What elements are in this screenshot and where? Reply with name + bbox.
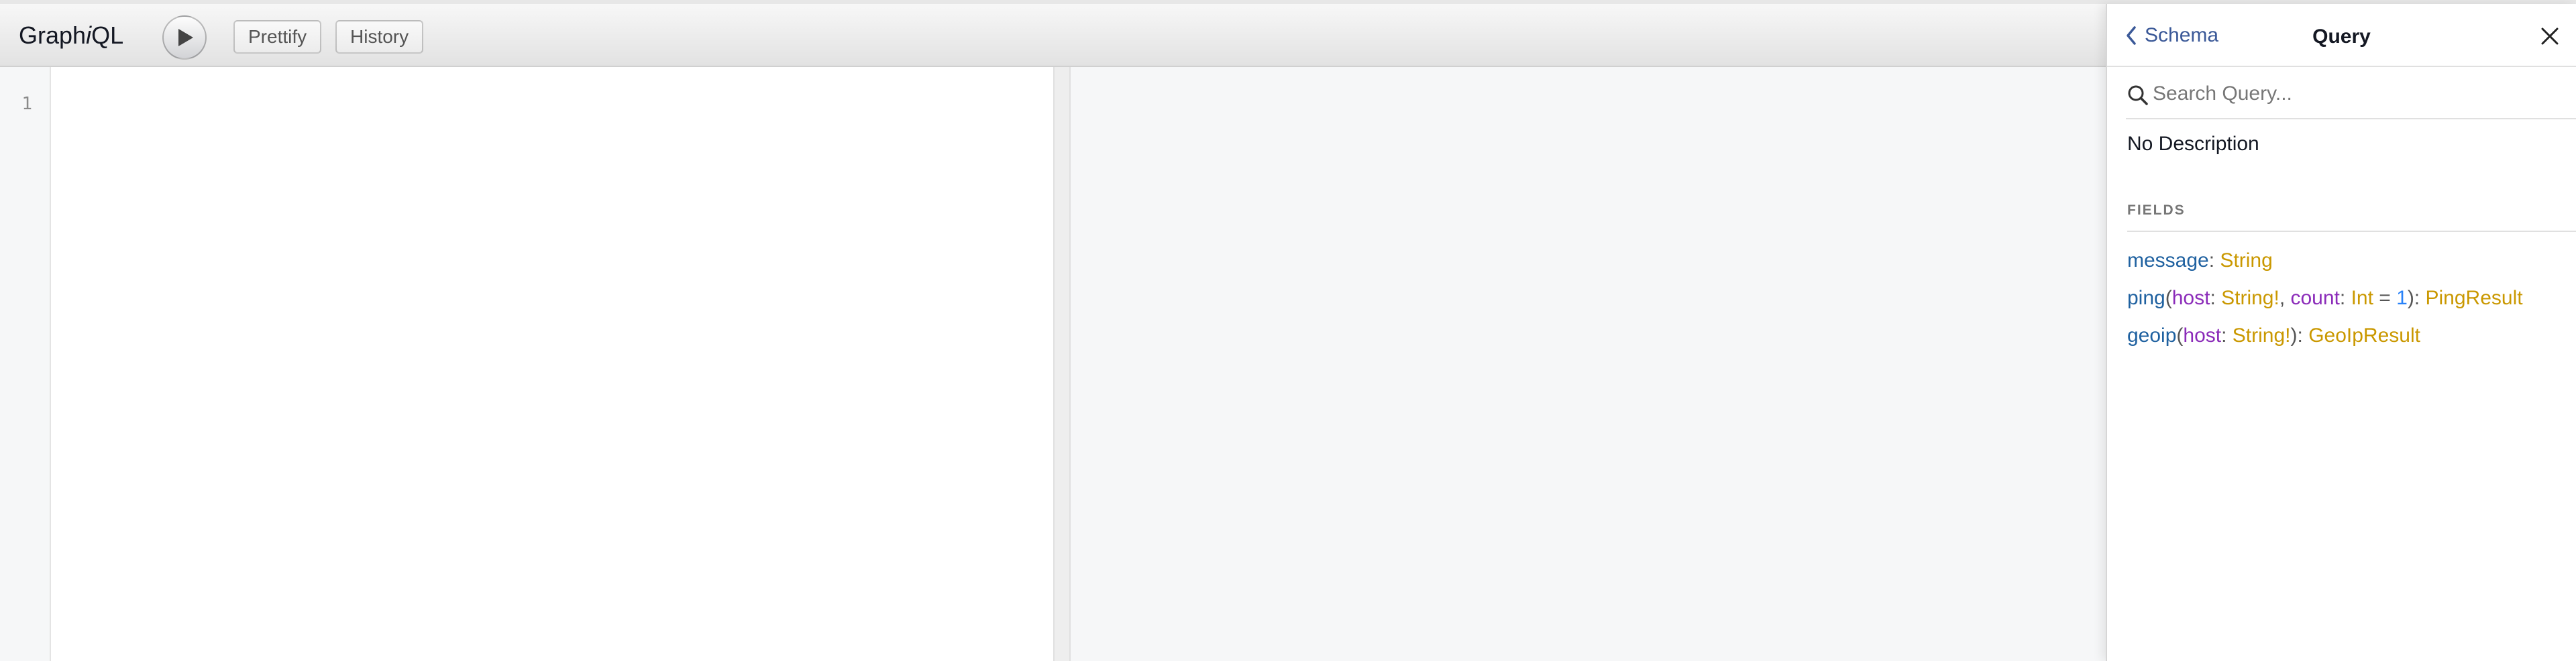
query-editor[interactable] xyxy=(51,67,1053,661)
history-button[interactable]: History xyxy=(335,20,424,54)
docs-explorer: Schema Query No Description FIELDS messa… xyxy=(2106,4,2576,661)
search-input[interactable] xyxy=(2153,80,2555,107)
play-icon xyxy=(178,29,193,46)
type-link[interactable]: Int xyxy=(2351,287,2373,309)
field-message: message: String xyxy=(2127,249,2273,272)
close-icon xyxy=(2541,27,2559,45)
toolbar: GraphiQL Prettify History xyxy=(0,4,2106,67)
close-docs-button[interactable] xyxy=(2540,27,2559,49)
editor-drag-handle[interactable] xyxy=(1053,67,1071,661)
type-link[interactable]: String! xyxy=(2233,324,2291,347)
docs-search xyxy=(2126,67,2576,119)
arg-default-value: 1 xyxy=(2396,287,2408,309)
execute-button[interactable] xyxy=(162,15,207,60)
type-link[interactable]: String! xyxy=(2221,287,2279,309)
line-number: 1 xyxy=(21,94,32,114)
docs-title: Query xyxy=(2312,25,2371,48)
app-title: GraphiQL xyxy=(19,21,124,49)
field-geoip: geoip(host: String!): GeoIpResult xyxy=(2127,324,2420,347)
search-icon xyxy=(2128,85,2148,105)
type-link[interactable]: String xyxy=(2220,249,2272,272)
field-name-link[interactable]: message xyxy=(2127,249,2209,272)
field-name-link[interactable]: ping xyxy=(2127,287,2165,309)
type-link[interactable]: GeoIpResult xyxy=(2308,324,2420,347)
type-link[interactable]: PingResult xyxy=(2425,287,2522,309)
arg-name: host xyxy=(2183,324,2222,347)
fields-divider xyxy=(2127,231,2576,232)
field-name-link[interactable]: geoip xyxy=(2127,324,2176,347)
result-viewer xyxy=(1071,67,2106,661)
field-ping: ping(host: String!, count: Int = 1): Pin… xyxy=(2127,287,2523,309)
fields-section-title: FIELDS xyxy=(2127,202,2186,218)
docs-header: Schema Query xyxy=(2107,4,2576,67)
prettify-button[interactable]: Prettify xyxy=(233,20,322,54)
arg-name: host xyxy=(2171,287,2210,309)
arg-name: count xyxy=(2290,287,2340,309)
editor-gutter: 1 xyxy=(0,67,51,661)
type-description: No Description xyxy=(2127,133,2259,155)
